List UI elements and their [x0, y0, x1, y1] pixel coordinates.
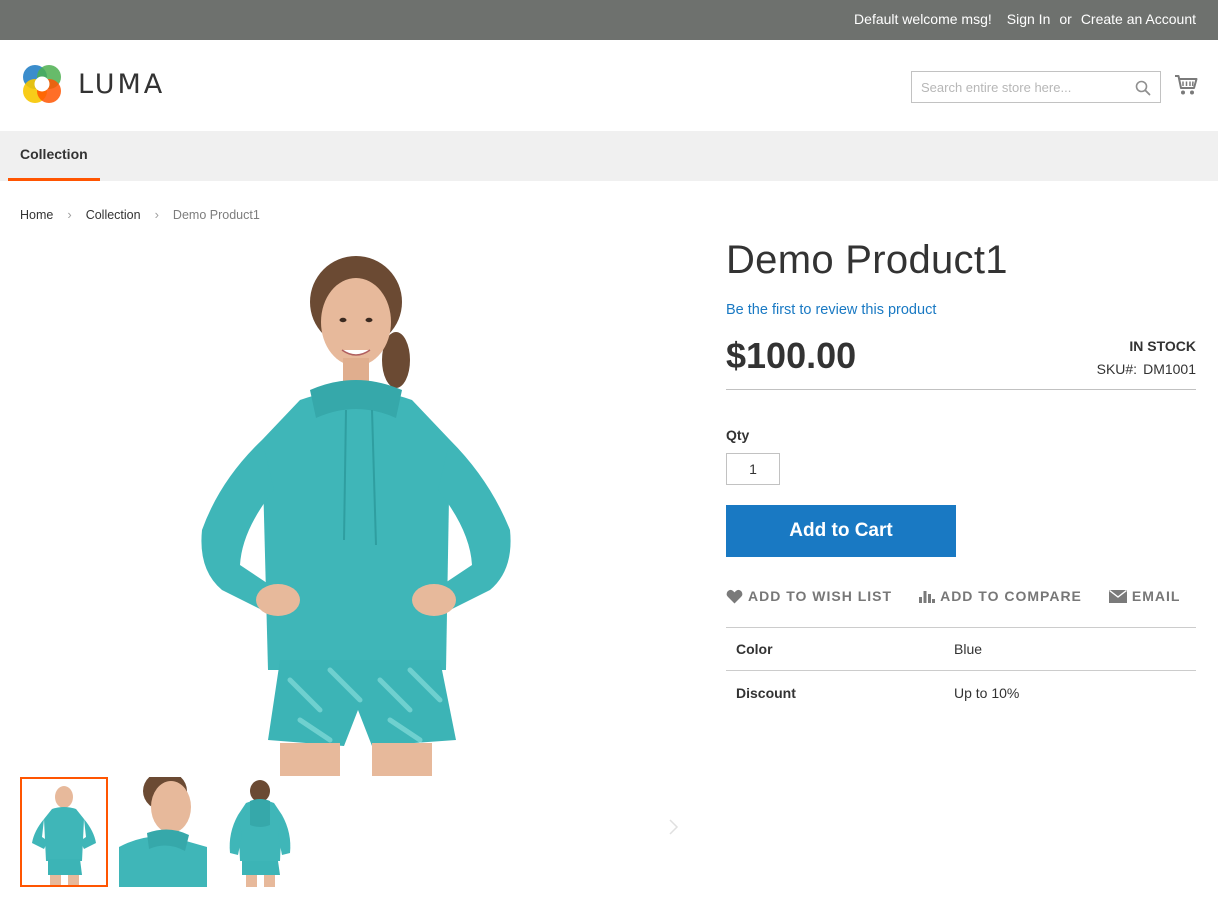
main-nav: Collection	[0, 131, 1218, 181]
attribute-row-discount: Discount Up to 10%	[726, 671, 1196, 714]
qty-label: Qty	[726, 427, 750, 443]
top-panel: Default welcome msg! Sign In or Create a…	[0, 0, 1218, 40]
product-actions: ADD TO WISH LIST ADD TO COMPARE EMAIL	[726, 588, 1180, 604]
attribute-row-color: Color Blue	[726, 628, 1196, 671]
thumbnail-strip	[20, 777, 317, 887]
luma-logo-icon	[23, 65, 61, 103]
product-price: $100.00	[726, 335, 857, 376]
attribute-value: Blue	[954, 641, 983, 657]
add-to-cart-button[interactable]: Add to Cart	[726, 505, 956, 557]
sku: SKU#: DM1001	[1097, 361, 1196, 377]
welcome-message: Default welcome msg!	[854, 11, 992, 27]
attribute-label: Color	[736, 641, 773, 657]
envelope-icon	[1108, 589, 1127, 603]
nav-item-collection[interactable]: Collection	[8, 131, 100, 181]
top-links: Default welcome msg! Sign In or Create a…	[854, 11, 1196, 27]
email-label: EMAIL	[1131, 588, 1181, 604]
thumbnail-closeup[interactable]	[119, 777, 207, 887]
attribute-value: Up to 10%	[954, 684, 1020, 701]
sku-value: DM1001	[1143, 361, 1196, 377]
sku-label: SKU#:	[1096, 361, 1138, 377]
product-main-image[interactable]	[150, 240, 550, 776]
bar-chart-icon	[919, 591, 936, 603]
search-icon[interactable]	[1135, 80, 1151, 101]
add-to-wishlist-link[interactable]: ADD TO WISH LIST	[726, 588, 892, 604]
sign-in-link[interactable]: Sign In	[1007, 11, 1051, 27]
gallery-next-arrow-icon[interactable]	[668, 818, 680, 841]
or-text: or	[1059, 11, 1072, 27]
product-title: Demo Product1	[726, 238, 1008, 282]
breadcrumb-collection[interactable]: Collection	[86, 208, 141, 222]
search-input[interactable]	[912, 72, 1122, 102]
search-box	[911, 71, 1161, 103]
cart-icon[interactable]	[1174, 74, 1198, 101]
add-to-compare-link[interactable]: ADD TO COMPARE	[919, 588, 1082, 604]
email-link[interactable]: EMAIL	[1108, 588, 1181, 604]
thumbnail-back[interactable]	[218, 777, 306, 887]
chevron-right-icon: ›	[154, 207, 159, 222]
qty-input[interactable]	[726, 453, 780, 485]
stock-status: IN STOCK	[1129, 338, 1196, 354]
attribute-label: Discount	[736, 684, 796, 701]
product-attributes-table: Color Blue Discount Up to 10%	[726, 627, 1196, 714]
review-link[interactable]: Be the first to review this product	[726, 302, 936, 318]
add-to-compare-label: ADD TO COMPARE	[940, 588, 1082, 604]
breadcrumb-current: Demo Product1	[172, 207, 260, 222]
create-account-link[interactable]: Create an Account	[1081, 11, 1196, 27]
logo-text: LUMA	[78, 68, 166, 100]
breadcrumb: Home › Collection › Demo Product1	[20, 207, 260, 222]
add-to-wishlist-label: ADD TO WISH LIST	[748, 588, 893, 604]
divider	[726, 389, 1196, 390]
heart-icon	[726, 589, 743, 603]
header: LUMA	[0, 40, 1218, 131]
chevron-right-icon: ›	[67, 207, 72, 222]
logo[interactable]: LUMA	[20, 62, 165, 106]
thumbnail-front[interactable]	[20, 777, 108, 887]
breadcrumb-home[interactable]: Home	[20, 208, 53, 222]
